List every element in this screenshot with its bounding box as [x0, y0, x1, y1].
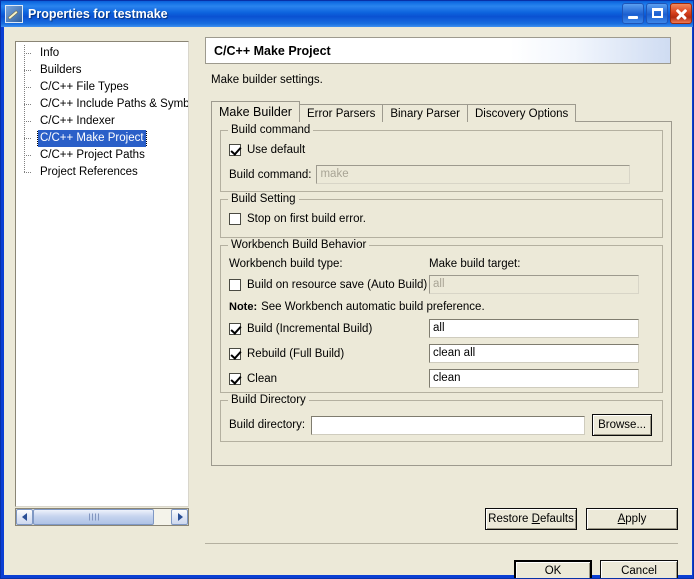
settings-tree-list: Info Builders C/C++ File Types C/C++ Inc… [16, 42, 188, 181]
clean-checkbox[interactable] [229, 373, 241, 385]
build-directory-label: Build directory: [229, 419, 305, 431]
note-text: See Workbench automatic build preference… [261, 301, 485, 313]
clean-label: Clean [247, 373, 429, 385]
sidebar-item-project-paths[interactable]: C/C++ Project Paths [16, 147, 188, 164]
sidebar-item-label: C/C++ Project Paths [38, 147, 147, 164]
page-action-buttons: Restore Defaults Apply [485, 508, 678, 530]
apply-button[interactable]: Apply [586, 508, 678, 530]
stop-on-first-error-checkbox[interactable] [229, 213, 241, 225]
tab-bar: Make Builder Error Parsers Binary Parser… [211, 101, 678, 122]
scroll-right-icon[interactable] [171, 509, 188, 525]
properties-dialog-window: Properties for testmake Info Builders C/… [0, 0, 694, 579]
build-directory-row: Build directory: Browse... [229, 414, 654, 436]
workbench-header-row: Workbench build type: Make build target: [229, 258, 654, 270]
workbench-legend: Workbench Build Behavior [228, 239, 369, 251]
build-command-legend: Build command [228, 124, 313, 136]
tab-error-parsers[interactable]: Error Parsers [299, 104, 383, 122]
minimize-button[interactable] [622, 3, 644, 24]
build-directory-group: Build Directory Build directory: Browse.… [220, 400, 663, 442]
sidebar-item-include-paths[interactable]: C/C++ Include Paths & Symbo [16, 96, 188, 113]
auto-build-checkbox[interactable] [229, 279, 241, 291]
note-prefix: Note: [229, 301, 257, 313]
sidebar-item-label: C/C++ Include Paths & Symbo [38, 96, 188, 113]
build-command-row: Build command: make [229, 165, 654, 184]
build-directory-input[interactable] [311, 416, 585, 435]
page-banner: C/C++ Make Project [205, 37, 671, 64]
page-content: C/C++ Make Project Make builder settings… [205, 37, 678, 507]
title-bar[interactable]: Properties for testmake [1, 1, 694, 27]
sidebar-item-info[interactable]: Info [16, 45, 188, 62]
sidebar-item-make-project[interactable]: C/C++ Make Project [16, 130, 188, 147]
auto-build-label: Build on resource save (Auto Build) [247, 279, 429, 291]
use-default-checkbox[interactable] [229, 144, 241, 156]
sidebar-item-file-types[interactable]: C/C++ File Types [16, 79, 188, 96]
restore-defaults-mnemonic: D [532, 513, 540, 525]
tab-panel-make-builder: Build command Use default Build command:… [211, 121, 672, 466]
settings-tree[interactable]: Info Builders C/C++ File Types C/C++ Inc… [15, 41, 189, 507]
sidebar-item-label: C/C++ Indexer [38, 113, 117, 130]
sidebar-item-label: Info [38, 45, 61, 62]
page-description: Make builder settings. [211, 74, 678, 86]
cancel-button[interactable]: Cancel [600, 560, 678, 579]
sidebar-item-indexer[interactable]: C/C++ Indexer [16, 113, 188, 130]
use-default-row: Use default [229, 144, 654, 156]
dialog-buttons: OK Cancel [514, 560, 678, 579]
sidebar-item-label: C/C++ Make Project [38, 130, 146, 147]
build-command-group: Build command Use default Build command:… [220, 130, 663, 192]
dialog-body: Info Builders C/C++ File Types C/C++ Inc… [4, 27, 692, 575]
scrollbar-track[interactable] [33, 509, 171, 525]
window-title: Properties for testmake [28, 7, 168, 21]
restore-defaults-button[interactable]: Restore Defaults [485, 508, 577, 530]
maximize-button[interactable] [646, 3, 668, 24]
browse-button[interactable]: Browse... [592, 414, 652, 436]
stop-on-error-row: Stop on first build error. [229, 213, 654, 225]
scroll-left-icon[interactable] [16, 509, 33, 525]
build-setting-group: Build Setting Stop on first build error. [220, 199, 663, 238]
full-build-checkbox[interactable] [229, 348, 241, 360]
clean-target-input[interactable]: clean [429, 369, 639, 388]
auto-build-target-input[interactable]: all [429, 275, 639, 294]
build-directory-legend: Build Directory [228, 394, 309, 406]
sidebar-item-label: C/C++ File Types [38, 79, 131, 96]
properties-icon [5, 5, 23, 23]
sidebar-item-label: Builders [38, 62, 84, 79]
sidebar-item-builders[interactable]: Builders [16, 62, 188, 79]
tab-discovery-options[interactable]: Discovery Options [467, 104, 576, 122]
tab-make-builder[interactable]: Make Builder [211, 101, 300, 122]
tree-horizontal-scrollbar[interactable] [15, 508, 189, 526]
ok-button[interactable]: OK [514, 560, 592, 579]
window-controls [622, 3, 692, 24]
scrollbar-thumb[interactable] [33, 509, 154, 525]
close-button[interactable] [670, 3, 692, 24]
workbench-build-behavior-group: Workbench Build Behavior Workbench build… [220, 245, 663, 393]
build-command-input[interactable]: make [316, 165, 630, 184]
stop-on-first-error-label: Stop on first build error. [247, 213, 366, 225]
full-build-row: Rebuild (Full Build) clean all [229, 344, 654, 363]
tab-binary-parser[interactable]: Binary Parser [382, 104, 468, 122]
apply-mnemonic: A [618, 513, 626, 525]
workbench-build-type-label: Workbench build type: [229, 258, 429, 270]
full-build-label: Rebuild (Full Build) [247, 348, 429, 360]
page-title: C/C++ Make Project [214, 44, 331, 58]
full-build-target-input[interactable]: clean all [429, 344, 639, 363]
sidebar-item-label: Project References [38, 164, 140, 181]
incremental-build-label: Build (Incremental Build) [247, 323, 429, 335]
build-setting-legend: Build Setting [228, 193, 299, 205]
incremental-build-row: Build (Incremental Build) all [229, 319, 654, 338]
make-build-target-label: Make build target: [429, 258, 520, 270]
clean-row: Clean clean [229, 369, 654, 388]
auto-build-row: Build on resource save (Auto Build) all [229, 275, 654, 294]
sidebar-item-project-references[interactable]: Project References [16, 164, 188, 181]
incremental-build-checkbox[interactable] [229, 323, 241, 335]
build-command-label: Build command: [229, 169, 311, 181]
banner-gradient [510, 38, 670, 63]
incremental-build-target-input[interactable]: all [429, 319, 639, 338]
workbench-note-row: Note: See Workbench automatic build pref… [229, 301, 654, 313]
use-default-label: Use default [247, 144, 305, 156]
footer-divider [205, 543, 678, 544]
